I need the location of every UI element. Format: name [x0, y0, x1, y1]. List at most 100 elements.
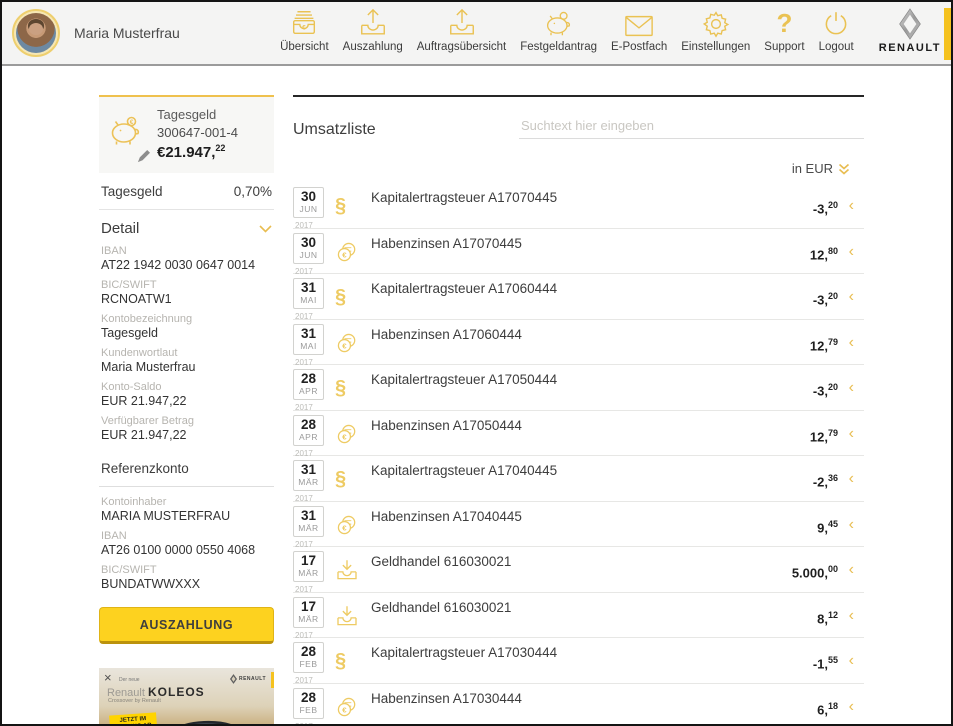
tray-down-icon	[335, 547, 371, 592]
question-mark-icon: ?	[776, 6, 792, 38]
field-label: IBAN	[101, 245, 272, 257]
transaction-row[interactable]: 28 APR 2017 € Habenzinsen A17050444 12,7…	[293, 411, 864, 457]
paragraph-icon: §	[335, 456, 371, 501]
ad-banner[interactable]: × Der neue Renault KOLEOS Crossover by R…	[99, 668, 274, 726]
transaction-date: 30 JUN 2017	[293, 183, 335, 228]
avatar[interactable]	[12, 9, 60, 57]
date-box: 17 MÄR	[293, 597, 324, 628]
date-day: 28	[294, 645, 323, 659]
transaction-row[interactable]: 17 MÄR 2017 Geldhandel 616030021 8,12 ‹	[293, 593, 864, 639]
transaction-row[interactable]: 17 MÄR 2017 Geldhandel 616030021 5.000,0…	[293, 547, 864, 593]
detail-section-toggle[interactable]: Detail	[99, 210, 274, 245]
paragraph-icon: §	[335, 365, 371, 410]
svg-text:€: €	[342, 341, 347, 350]
transaction-date: 28 FEB 2017	[293, 684, 335, 726]
row-expand-chevron-icon[interactable]: ‹	[849, 608, 854, 624]
date-box: 28 APR	[293, 369, 324, 400]
nav-item[interactable]: E-Postfach	[611, 6, 667, 53]
svg-text:€: €	[342, 250, 347, 259]
row-expand-chevron-icon[interactable]: ‹	[849, 198, 854, 214]
date-month: MAI	[294, 296, 323, 305]
svg-text:€: €	[342, 432, 347, 441]
main-navigation: € Übersicht Auszahlung Auftragsübersicht…	[273, 6, 861, 60]
transaction-description: Kapitalertragsteuer A17070445	[371, 183, 864, 228]
nav-item-label: E-Postfach	[611, 41, 667, 53]
nav-item[interactable]: ? Support	[764, 6, 804, 53]
power-icon	[822, 6, 850, 38]
car-image	[150, 711, 272, 726]
transaction-row[interactable]: 31 MAI 2017 € Habenzinsen A17060444 12,7…	[293, 320, 864, 366]
transaction-amount: 9,45	[817, 519, 838, 535]
row-expand-chevron-icon[interactable]: ‹	[849, 699, 854, 715]
date-month: MÄR	[294, 524, 323, 533]
transaction-amount: -3,20	[813, 382, 838, 398]
brand-yellow-stripe	[944, 8, 951, 60]
row-expand-chevron-icon[interactable]: ‹	[849, 517, 854, 533]
date-box: 31 MÄR	[293, 460, 324, 491]
date-box: 31 MÄR	[293, 506, 324, 537]
nav-item-label: Auftragsübersicht	[417, 41, 507, 53]
transaction-row[interactable]: 31 MÄR 2017 € Habenzinsen A17040445 9,45…	[293, 502, 864, 548]
transaction-amount: -3,20	[813, 200, 838, 216]
renault-diamond-icon	[230, 674, 237, 684]
detail-fields: IBAN AT22 1942 0030 0647 0014 BIC/SWIFT …	[99, 245, 274, 442]
transaction-row[interactable]: 28 FEB 2017 € Habenzinsen A17030444 6,18…	[293, 684, 864, 726]
nav-item[interactable]: Auszahlung	[343, 6, 403, 53]
transaction-row[interactable]: 28 FEB 2017 § Kapitalertragsteuer A17030…	[293, 638, 864, 684]
reference-fields: Kontoinhaber MARIA MUSTERFRAU IBAN AT26 …	[99, 496, 274, 591]
field-value: EUR 21.947,22	[101, 394, 272, 408]
date-month: JUN	[294, 205, 323, 214]
transaction-description: Kapitalertragsteuer A17040445	[371, 456, 864, 501]
row-expand-chevron-icon[interactable]: ‹	[849, 471, 854, 487]
nav-item[interactable]: Festgeldantrag	[520, 6, 597, 53]
transaction-row[interactable]: 28 APR 2017 § Kapitalertragsteuer A17050…	[293, 365, 864, 411]
nav-item[interactable]: Einstellungen	[681, 6, 750, 53]
row-expand-chevron-icon[interactable]: ‹	[849, 380, 854, 396]
search-input[interactable]	[519, 115, 864, 139]
transaction-date: 28 APR 2017	[293, 411, 335, 456]
transaction-date: 17 MÄR 2017	[293, 547, 335, 592]
transaction-description: Habenzinsen A17070445	[371, 229, 864, 274]
rate-label: Tagesgeld	[101, 184, 163, 199]
date-year: 2017	[295, 722, 335, 726]
row-expand-chevron-icon[interactable]: ‹	[849, 289, 854, 305]
transaction-row[interactable]: 31 MÄR 2017 § Kapitalertragsteuer A17040…	[293, 456, 864, 502]
row-expand-chevron-icon[interactable]: ‹	[849, 562, 854, 578]
reference-account-title: Referenzkonto	[99, 449, 274, 487]
transaction-row[interactable]: 30 JUN 2017 € Habenzinsen A17070445 12,8…	[293, 229, 864, 275]
renault-logo: RENAULT	[879, 8, 941, 58]
account-card[interactable]: € Tagesgeld 300647-001-4 €21.947,22	[99, 95, 274, 173]
row-expand-chevron-icon[interactable]: ‹	[849, 653, 854, 669]
nav-item[interactable]: Logout	[819, 6, 854, 53]
date-month: FEB	[294, 706, 323, 715]
transaction-amount: -3,20	[813, 291, 838, 307]
double-chevron-down-icon[interactable]	[838, 163, 850, 175]
date-month: APR	[294, 433, 323, 442]
payout-button[interactable]: AUSZAHLUNG	[99, 607, 274, 644]
nav-item[interactable]: € Übersicht	[280, 6, 329, 53]
transaction-row[interactable]: 30 JUN 2017 § Kapitalertragsteuer A17070…	[293, 183, 864, 229]
row-expand-chevron-icon[interactable]: ‹	[849, 335, 854, 351]
date-day: 30	[294, 236, 323, 250]
tray-up-icon	[358, 6, 388, 38]
date-day: 31	[294, 463, 323, 477]
transaction-row[interactable]: 31 MAI 2017 § Kapitalertragsteuer A17060…	[293, 274, 864, 320]
detail-field: Kontobezeichnung Tagesgeld	[99, 313, 274, 340]
user-name: Maria Musterfrau	[74, 25, 180, 41]
nav-item-label: Auszahlung	[343, 41, 403, 53]
nav-item[interactable]: Auftragsübersicht	[417, 6, 507, 53]
date-day: 31	[294, 281, 323, 295]
field-value: AT26 0100 0000 0550 4068	[101, 543, 272, 557]
row-expand-chevron-icon[interactable]: ‹	[849, 244, 854, 260]
field-label: Verfügbarer Betrag	[101, 415, 272, 427]
chevron-down-icon	[259, 225, 272, 233]
row-expand-chevron-icon[interactable]: ‹	[849, 426, 854, 442]
edit-pencil-icon[interactable]	[137, 150, 150, 163]
nav-item-label: Logout	[819, 41, 854, 53]
tray-down-icon	[335, 593, 371, 638]
transaction-amount: 12,79	[810, 428, 838, 444]
nav-item-label: Festgeldantrag	[520, 41, 597, 53]
transaction-description: Habenzinsen A17030444	[371, 684, 864, 726]
date-day: 28	[294, 418, 323, 432]
transaction-amount: 12,80	[810, 246, 838, 262]
